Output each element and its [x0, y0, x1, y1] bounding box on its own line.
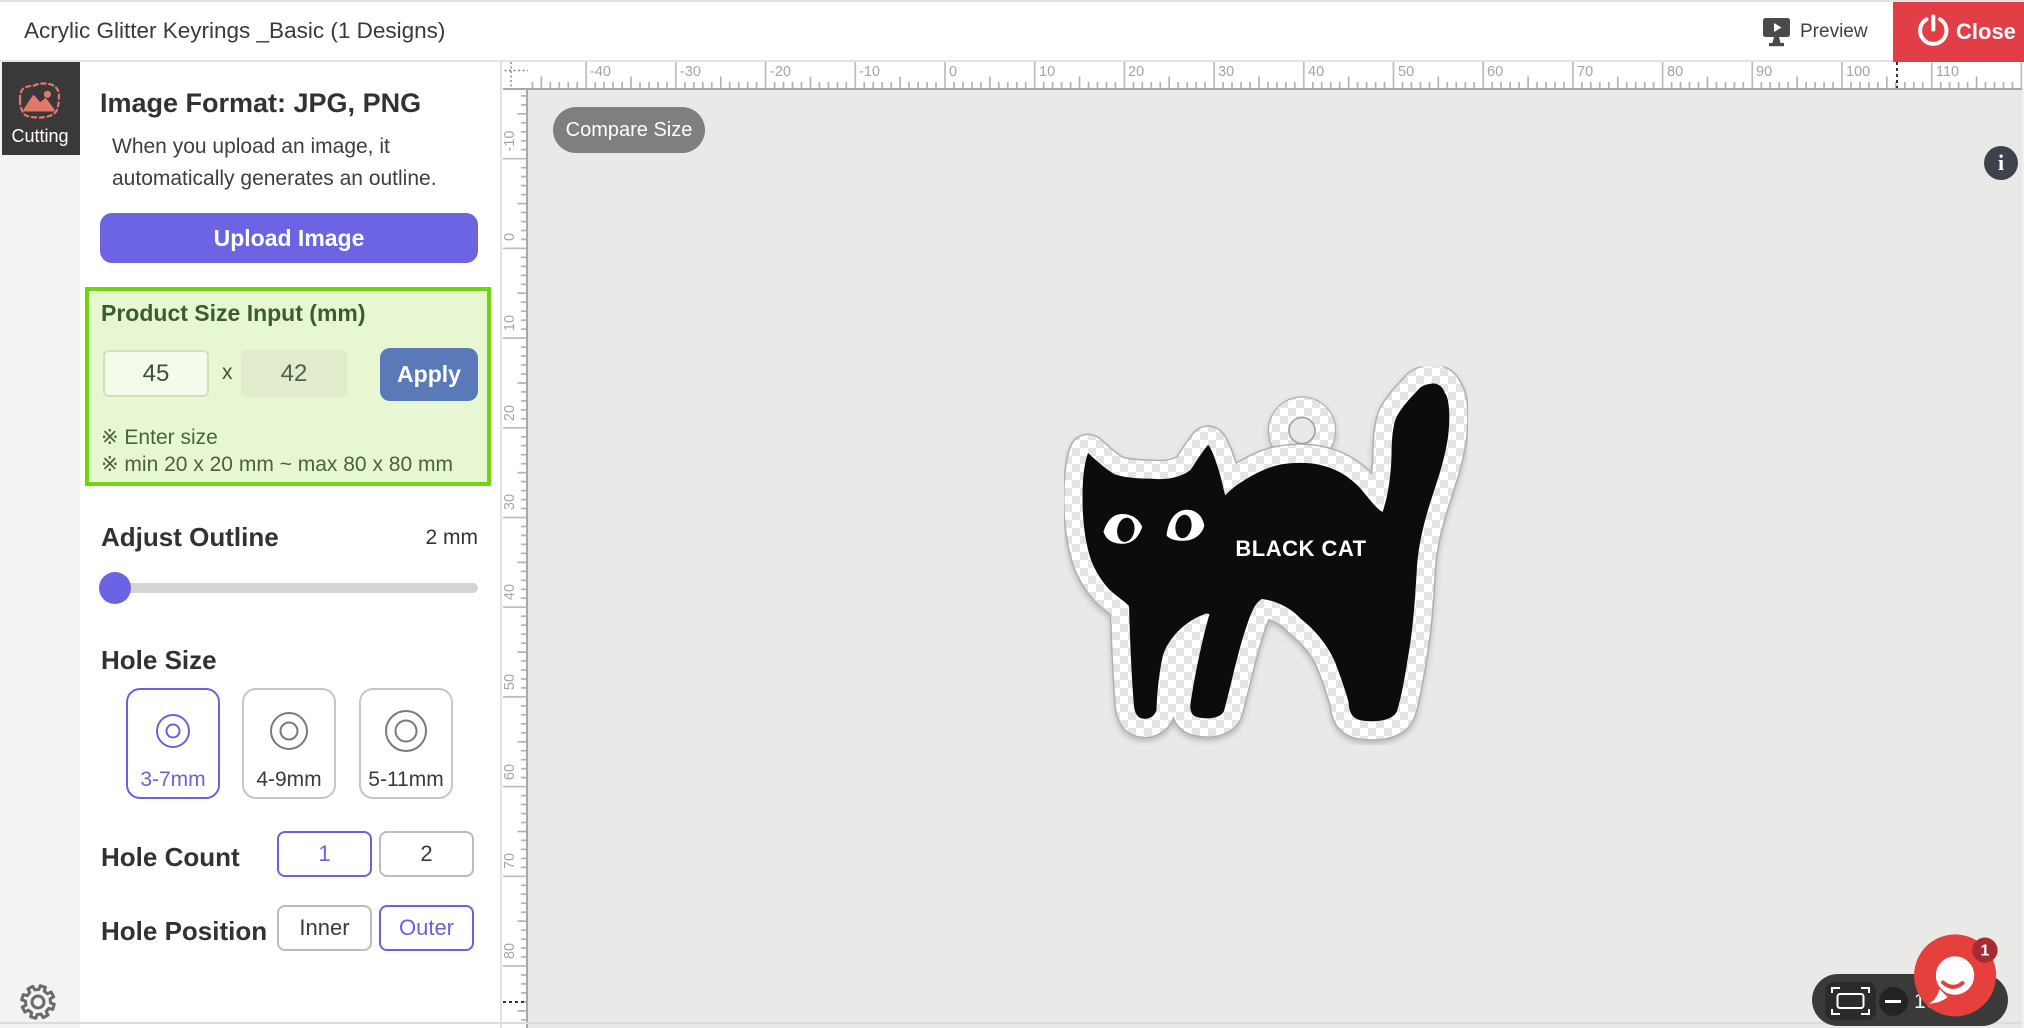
svg-text:1: 1: [1980, 943, 1989, 960]
svg-text:BLACK CAT: BLACK CAT: [1235, 536, 1366, 561]
